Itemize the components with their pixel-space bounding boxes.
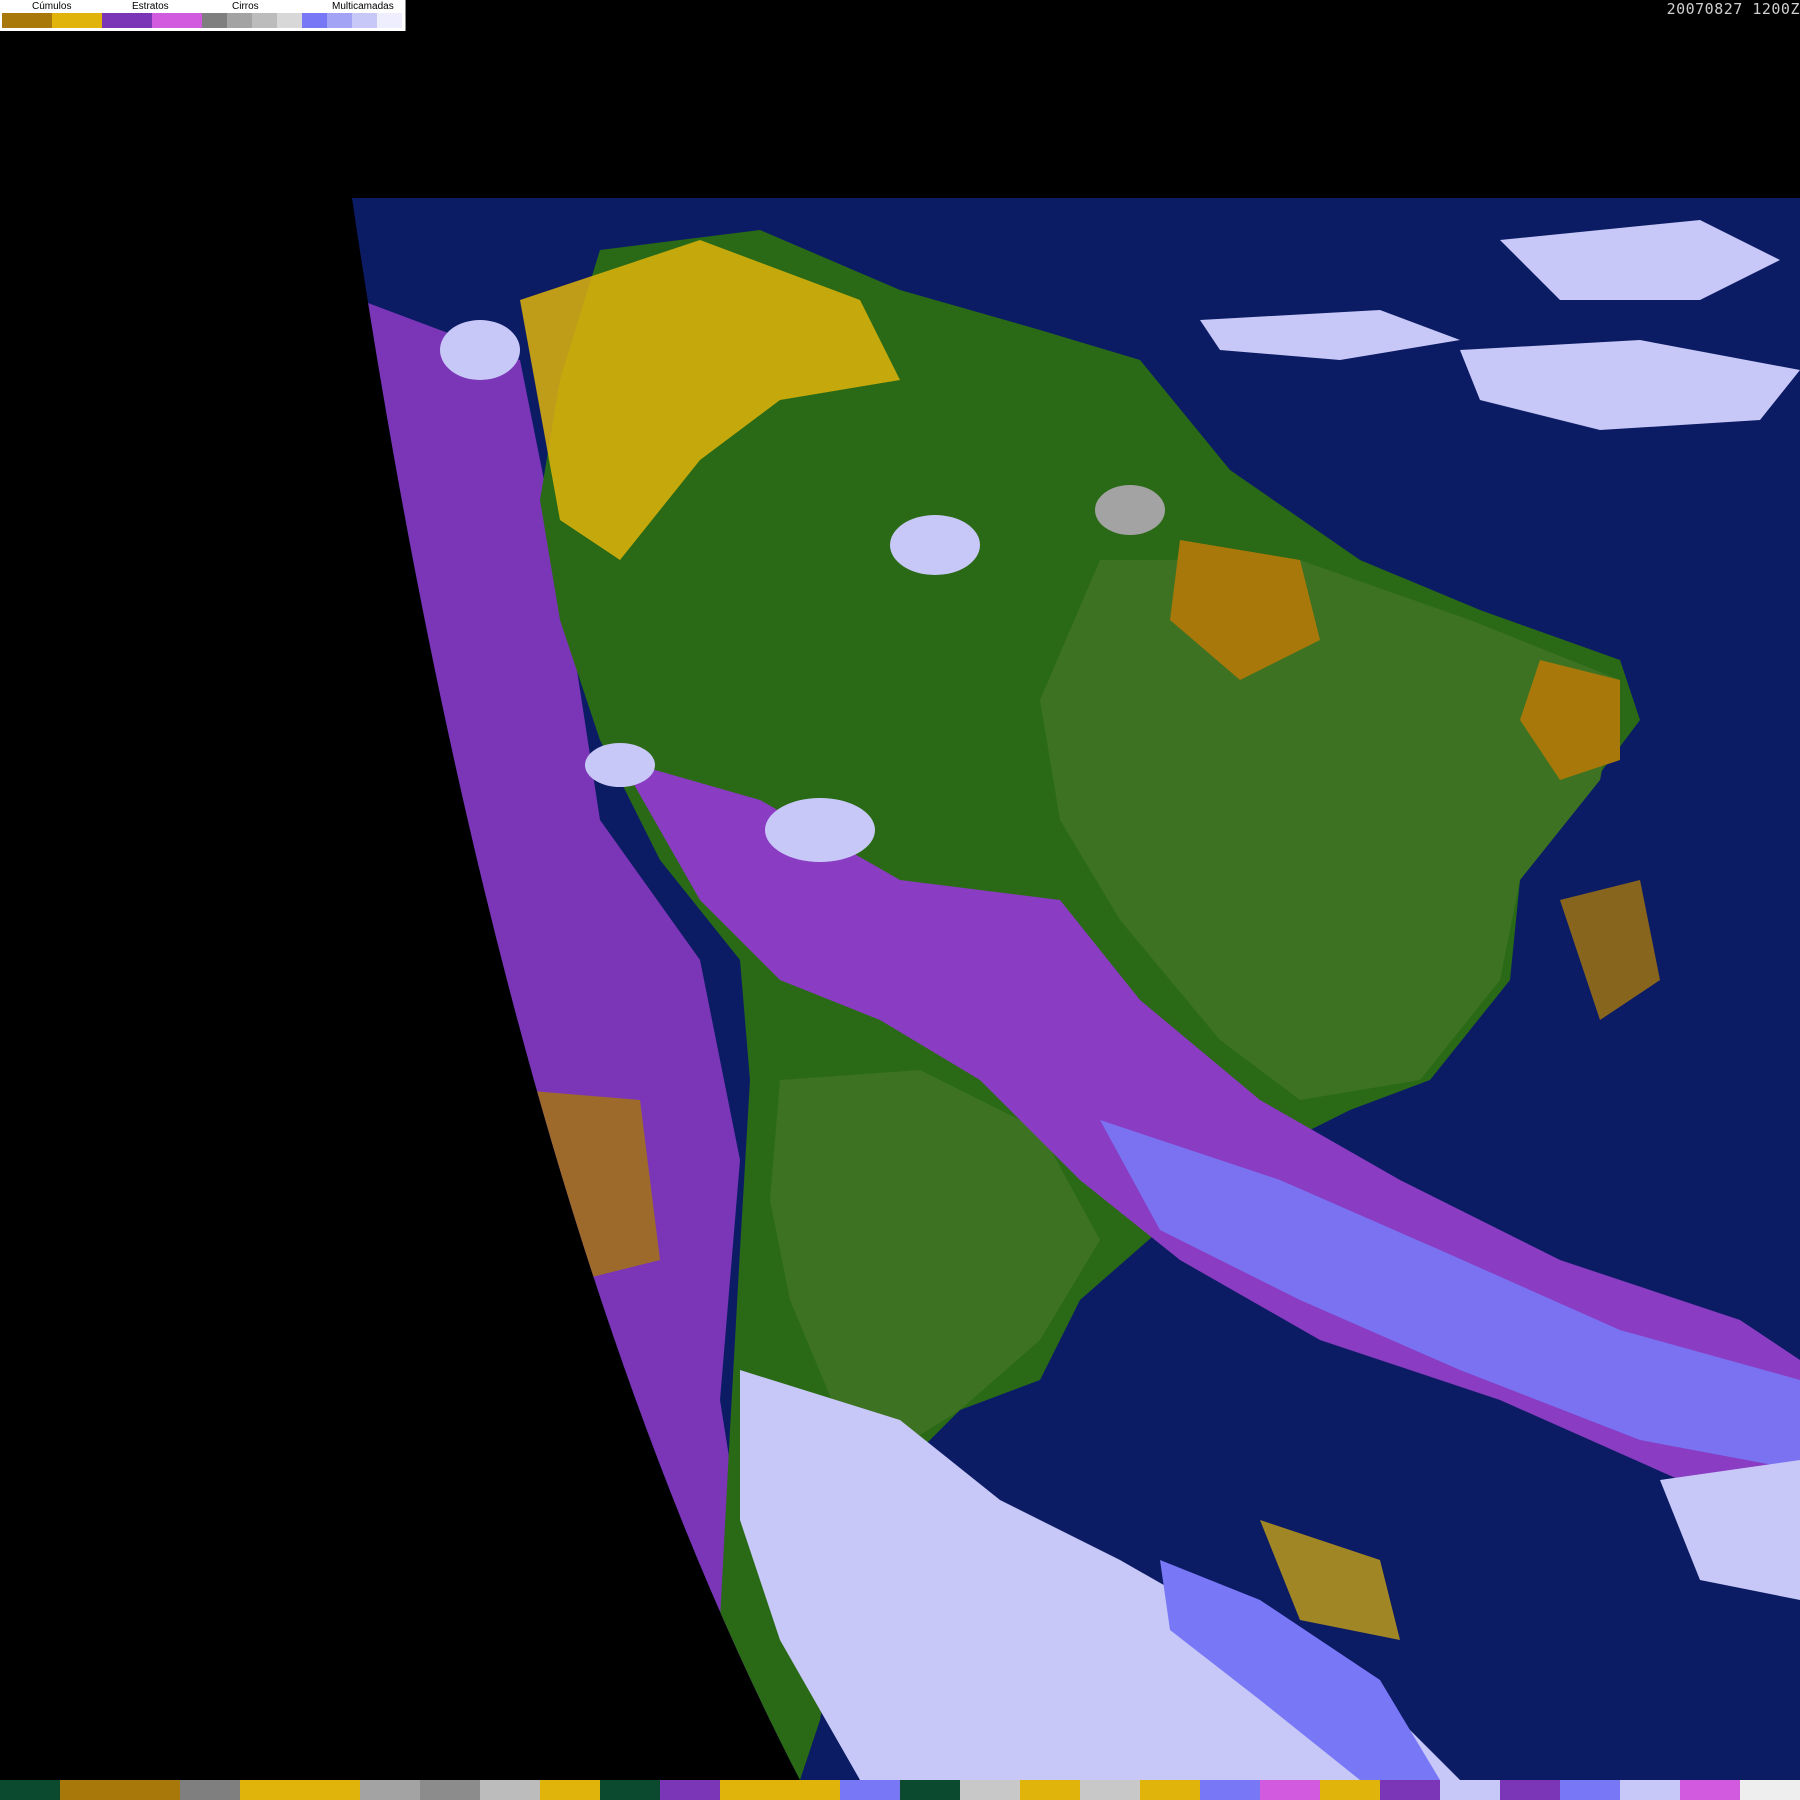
ocean-cumulus-3 bbox=[520, 1090, 660, 1280]
strip-cell bbox=[960, 1780, 1020, 1800]
strip-cell bbox=[240, 1780, 300, 1800]
legend-swatch bbox=[277, 13, 302, 28]
legend-swatch bbox=[377, 13, 402, 28]
legend-swatch bbox=[152, 13, 202, 28]
strip-cell bbox=[60, 1780, 120, 1800]
legend-swatch bbox=[327, 13, 352, 28]
strip-cell bbox=[0, 1780, 60, 1800]
strip-cell bbox=[720, 1780, 780, 1800]
strip-cell bbox=[420, 1780, 480, 1800]
strip-cell bbox=[1380, 1780, 1440, 1800]
image-timestamp: 20070827 1200Z bbox=[1666, 0, 1800, 18]
legend-group-label: Cirros bbox=[232, 1, 259, 12]
strip-cell bbox=[1200, 1780, 1260, 1800]
strip-cell bbox=[1140, 1780, 1200, 1800]
bottom-color-strip bbox=[0, 1780, 1800, 1800]
strip-cell bbox=[1080, 1780, 1140, 1800]
strip-cell bbox=[540, 1780, 600, 1800]
strip-cell bbox=[660, 1780, 720, 1800]
strip-cell bbox=[840, 1780, 900, 1800]
strip-cell bbox=[600, 1780, 660, 1800]
strip-cell bbox=[1500, 1780, 1560, 1800]
legend-swatch bbox=[302, 13, 327, 28]
strip-cell bbox=[180, 1780, 240, 1800]
legend-swatch bbox=[352, 13, 377, 28]
legend-group-label: Multicamadas bbox=[332, 1, 394, 12]
legend-swatch bbox=[202, 13, 227, 28]
strip-cell bbox=[300, 1780, 360, 1800]
strip-cell bbox=[1440, 1780, 1500, 1800]
strip-cell bbox=[1320, 1780, 1380, 1800]
strip-cell bbox=[480, 1780, 540, 1800]
legend-swatch bbox=[2, 13, 52, 28]
strip-cell bbox=[1680, 1780, 1740, 1800]
legend-swatch bbox=[102, 13, 152, 28]
strip-cell bbox=[120, 1780, 180, 1800]
strip-cell bbox=[1020, 1780, 1080, 1800]
convective-cell-b bbox=[765, 798, 875, 862]
convective-cell-d bbox=[440, 320, 520, 380]
convective-cell-e bbox=[1095, 485, 1165, 535]
legend-swatch bbox=[227, 13, 252, 28]
strip-cell bbox=[360, 1780, 420, 1800]
cloud-type-legend: Cúmulos Estratos Cirros Multicamadas bbox=[0, 0, 406, 31]
strip-cell bbox=[1740, 1780, 1800, 1800]
legend-group-label: Estratos bbox=[132, 1, 169, 12]
convective-cell-a bbox=[890, 515, 980, 575]
legend-group-label: Cúmulos bbox=[32, 1, 72, 12]
legend-swatch bbox=[252, 13, 277, 28]
strip-cell bbox=[780, 1780, 840, 1800]
strip-cell bbox=[1260, 1780, 1320, 1800]
strip-cell bbox=[1560, 1780, 1620, 1800]
strip-cell bbox=[1620, 1780, 1680, 1800]
strip-cell bbox=[900, 1780, 960, 1800]
satellite-cloud-map bbox=[352, 198, 1800, 1780]
legend-swatch bbox=[52, 13, 102, 28]
convective-cell-c bbox=[585, 743, 655, 787]
